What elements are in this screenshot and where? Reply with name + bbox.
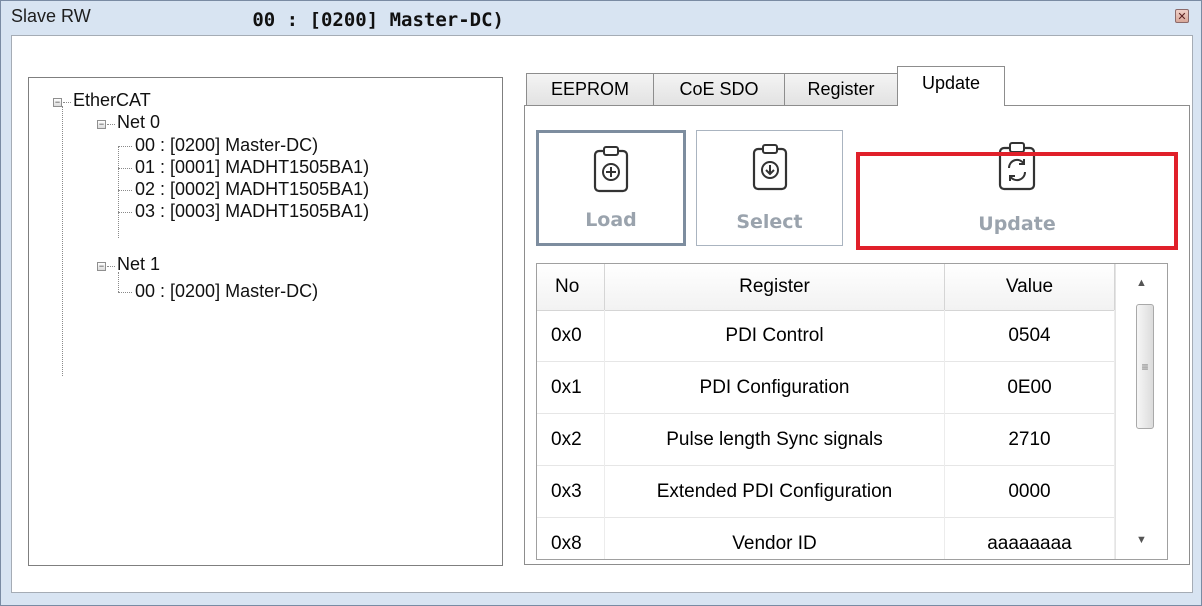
tab-eeprom[interactable]: EEPROM — [526, 73, 654, 105]
cell-register: PDI Configuration — [605, 362, 945, 414]
cell-no: 0x0 — [537, 310, 605, 362]
tab-coe-sdo[interactable]: CoE SDO — [653, 73, 785, 105]
expand-toggle-icon[interactable]: − — [97, 262, 106, 271]
grid-header: No Register Value — [537, 264, 1115, 311]
tree-node-label: 01 : [0001] MADHT1505BA1) — [135, 157, 370, 177]
column-header-register[interactable]: Register — [605, 264, 945, 310]
cell-register: Vendor ID — [605, 518, 945, 559]
tree-node-ethercat[interactable]: EtherCAT — [73, 90, 151, 110]
tree-node-label: Net 1 — [117, 254, 161, 274]
tab-label: Update — [921, 73, 981, 93]
tree-node-net1[interactable]: Net 1 — [117, 254, 160, 274]
load-button-label: Load — [585, 209, 637, 231]
table-row[interactable]: 0x3 Extended PDI Configuration 0000 — [537, 466, 1115, 518]
register-grid[interactable]: No Register Value 0x0 PDI Control 0504 0… — [536, 263, 1168, 560]
cell-register: Pulse length Sync signals — [605, 414, 945, 466]
cell-register: Extended PDI Configuration — [605, 466, 945, 518]
tree-node-slave[interactable]: 00 : [0200] Master-DC) — [135, 135, 318, 155]
scrollbar-thumb[interactable]: ≡ — [1136, 304, 1154, 429]
expand-toggle-icon[interactable]: − — [97, 120, 106, 129]
update-button[interactable]: Update — [862, 142, 1172, 245]
window-title: Slave RW — [11, 6, 91, 26]
cell-value: 0504 — [945, 310, 1115, 362]
tree-node-slave[interactable]: 00 : [0200] Master-DC) — [135, 281, 318, 301]
grid-vertical-scrollbar[interactable]: ▲ ≡ ▼ — [1115, 264, 1167, 559]
tree-node-slave[interactable]: 03 : [0003] MADHT1505BA1) — [135, 201, 369, 221]
cell-no: 0x1 — [537, 362, 605, 414]
tree-node-slave[interactable]: 01 : [0001] MADHT1505BA1) — [135, 157, 369, 177]
cell-no: 0x3 — [537, 466, 605, 518]
tree-node-label: Net 0 — [117, 112, 161, 132]
tree-node-slave[interactable]: 02 : [0002] MADHT1505BA1) — [135, 179, 369, 199]
cell-no: 0x8 — [537, 518, 605, 559]
title-bar: Slave RW ✕ — [1, 1, 1201, 31]
close-button[interactable]: ✕ — [1175, 9, 1189, 23]
selected-slave-header: 00 : [0200] Master-DC) — [252, 9, 504, 31]
clipboard-refresh-icon — [997, 141, 1037, 195]
scroll-up-icon[interactable]: ▲ — [1116, 264, 1167, 302]
update-button-label: Update — [978, 213, 1056, 235]
select-button[interactable]: Select — [696, 130, 843, 246]
tree-node-label: 02 : [0002] MADHT1505BA1) — [135, 179, 370, 199]
tree-node-label: 00 : [0200] Master-DC) — [135, 135, 319, 155]
tree-node-label: 03 : [0003] MADHT1505BA1) — [135, 201, 370, 221]
table-row[interactable]: 0x1 PDI Configuration 0E00 — [537, 362, 1115, 414]
tree-node-label: EtherCAT — [73, 90, 151, 110]
tab-label: Register — [807, 79, 875, 99]
tree-node-net0[interactable]: Net 0 — [117, 112, 160, 132]
tab-register[interactable]: Register — [784, 73, 898, 105]
cell-value: 0E00 — [945, 362, 1115, 414]
tab-label: EEPROM — [550, 79, 629, 99]
clipboard-download-icon — [751, 143, 789, 195]
tree-node-label: 00 : [0200] Master-DC) — [135, 281, 319, 301]
tab-label: CoE SDO — [679, 79, 759, 99]
scroll-down-icon[interactable]: ▼ — [1116, 521, 1167, 559]
tab-update[interactable]: Update — [897, 66, 1005, 106]
expand-toggle-icon[interactable]: − — [53, 98, 62, 107]
cell-value: 0000 — [945, 466, 1115, 518]
select-button-label: Select — [736, 211, 803, 233]
clipboard-plus-icon — [592, 145, 630, 197]
slave-tree-panel[interactable]: − EtherCAT − Net 0 00 : [0200] Master-DC… — [28, 77, 503, 566]
load-button[interactable]: Load — [536, 130, 686, 246]
table-row[interactable]: 0x0 PDI Control 0504 — [537, 310, 1115, 362]
table-row[interactable]: 0x8 Vendor ID aaaaaaaa — [537, 518, 1115, 559]
cell-register: PDI Control — [605, 310, 945, 362]
column-header-value[interactable]: Value — [945, 264, 1115, 310]
close-icon: ✕ — [1177, 9, 1187, 23]
cell-value: 2710 — [945, 414, 1115, 466]
cell-value: aaaaaaaa — [945, 518, 1115, 559]
slave-tree[interactable]: − EtherCAT − Net 0 00 : [0200] Master-DC… — [29, 78, 502, 565]
table-row[interactable]: 0x2 Pulse length Sync signals 2710 — [537, 414, 1115, 466]
column-header-no[interactable]: No — [537, 264, 605, 310]
cell-no: 0x2 — [537, 414, 605, 466]
